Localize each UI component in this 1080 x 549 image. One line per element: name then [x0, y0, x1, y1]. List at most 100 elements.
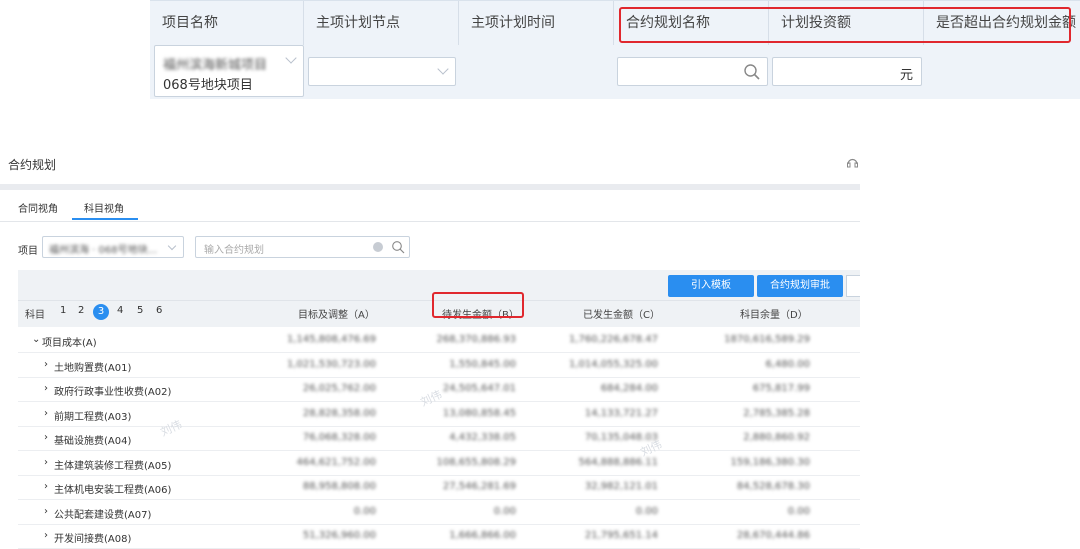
- subject-label: 科目: [25, 310, 45, 321]
- chevron-down-icon: [285, 52, 297, 64]
- active-tab-indicator: [72, 218, 138, 220]
- value-occurred-c: 684,284.00: [600, 383, 658, 394]
- approval-button[interactable]: 合约规划审批: [757, 275, 843, 297]
- expand-chevron-icon[interactable]: ›: [44, 457, 48, 468]
- value-pending-b: 268,370,886.93: [436, 334, 516, 345]
- subject-name: 前期工程费(A03): [54, 411, 132, 423]
- contract-plan-module: 合同视角 科目视角 项目 福州滨海 · 068号地块... 输入合约规划 引入模…: [0, 184, 860, 549]
- value-pending-b: 1,666,866.00: [449, 530, 516, 541]
- search-icon[interactable]: [743, 63, 761, 81]
- headset-icon[interactable]: [846, 156, 859, 169]
- expand-chevron-icon[interactable]: ›: [44, 481, 48, 492]
- value-target-a: 76,068,328.00: [302, 432, 376, 443]
- subject-name: 主体建筑装修工程费(A05): [54, 460, 172, 472]
- subject-name: 土地购置费(A01): [54, 362, 132, 374]
- expand-chevron-icon[interactable]: ›: [44, 530, 48, 541]
- value-balance-d: 675,817.99: [752, 383, 810, 394]
- subject-name: 主体机电安装工程费(A06): [54, 485, 172, 496]
- value-pending-b: 4,432,338.05: [449, 432, 516, 443]
- table-row[interactable]: › 主体建筑装修工程费(A05) 464,621,752.00 108,655,808…: [18, 451, 860, 476]
- module-project-select[interactable]: 福州滨海 · 068号地块...: [42, 236, 184, 258]
- project-select[interactable]: 福州滨海新城项目 068号地块项目: [154, 45, 304, 97]
- tab-divider: [0, 221, 860, 222]
- subject-name: 开发间接费(A08): [54, 534, 132, 545]
- search-icon[interactable]: [391, 240, 405, 254]
- tab-subject-view[interactable]: 科目视角: [84, 200, 124, 215]
- column-target-a: 目标及调整（A）: [298, 310, 375, 321]
- value-balance-d: 2,880,860.92: [743, 432, 810, 443]
- value-balance-d: 6,480.00: [765, 358, 810, 370]
- table-row[interactable]: › 主体机电安装工程费(A06) 88,958,808.00 27,546,281.6…: [18, 475, 860, 500]
- module-title: 合约规划: [8, 158, 57, 172]
- more-button[interactable]: [846, 275, 860, 297]
- value-occurred-c: 32,982,121.01: [584, 481, 658, 492]
- level-6[interactable]: 6: [156, 305, 162, 316]
- planned-investment-input[interactable]: 元: [772, 57, 922, 86]
- level-3-current[interactable]: 3: [93, 304, 109, 320]
- column-occurred-c: 已发生金额（C）: [583, 310, 660, 321]
- clear-icon[interactable]: [373, 242, 383, 252]
- value-target-a: 1,145,808,476.69: [286, 334, 376, 345]
- value-pending-b: 1,550,845.00: [449, 358, 516, 370]
- expand-chevron-icon[interactable]: ⌄: [32, 334, 40, 345]
- value-target-a: 464,621,752.00: [296, 456, 376, 468]
- level-4[interactable]: 4: [117, 305, 123, 316]
- value-occurred-c: 21,795,651.14: [584, 530, 658, 541]
- value-pending-b: 27,546,281.69: [442, 481, 516, 492]
- value-pending-b: 13,080,858.45: [442, 407, 516, 419]
- table-row[interactable]: › 前期工程费(A03) 28,828,358.00 13,080,858.45 14,…: [18, 402, 860, 427]
- value-balance-d: 2,785,385.28: [743, 407, 810, 419]
- value-pending-b: 24,505,647.01: [442, 383, 516, 394]
- table-row[interactable]: › 土地购置费(A01) 1,021,530,723.00 1,550,845.00 1…: [18, 353, 860, 378]
- header-main-time: 主项计划时间: [459, 1, 614, 45]
- expand-chevron-icon[interactable]: ›: [44, 432, 48, 443]
- level-5[interactable]: 5: [137, 305, 143, 316]
- expand-chevron-icon[interactable]: ›: [44, 359, 48, 370]
- header-project-name: 项目名称: [150, 1, 304, 45]
- table-row[interactable]: ⌄ 项目成本(A) 1,145,808,476.69 268,370,886.93 1,…: [18, 328, 860, 353]
- chevron-down-icon: [167, 241, 177, 251]
- amount-unit: 元: [899, 68, 913, 83]
- value-target-a: 51,326,960.00: [302, 530, 376, 541]
- expand-chevron-icon[interactable]: ›: [44, 383, 48, 394]
- value-target-a: 88,958,808.00: [302, 481, 376, 492]
- value-target-a: 26,025,762.00: [302, 383, 376, 394]
- value-balance-d: 0.00: [787, 505, 810, 517]
- level-1[interactable]: 1: [60, 305, 66, 316]
- table-row[interactable]: › 基础设施费(A04) 76,068,328.00 4,432,338.05 70,1…: [18, 426, 860, 451]
- value-occurred-c: 564,888,886.11: [578, 456, 658, 468]
- project-value: 068号地块项目: [163, 78, 253, 93]
- import-template-button[interactable]: 引入模板: [668, 275, 754, 297]
- value-balance-d: 28,670,444.86: [736, 530, 810, 541]
- value-pending-b: 0.00: [493, 505, 516, 517]
- project-label: 项目: [18, 246, 38, 257]
- expand-chevron-icon[interactable]: ›: [44, 506, 48, 517]
- value-balance-d: 159,186,380.30: [730, 456, 810, 468]
- table-row[interactable]: › 开发间接费(A08) 51,326,960.00 1,666,866.00 21,7…: [18, 524, 860, 549]
- value-occurred-c: 1,760,226,678.47: [568, 334, 658, 345]
- tab-contract-view[interactable]: 合同视角: [18, 200, 58, 215]
- module-search-input[interactable]: 输入合约规划: [195, 236, 410, 258]
- chevron-down-icon: [437, 63, 449, 75]
- subject-name: 项目成本(A): [42, 338, 97, 349]
- value-target-a: 1,021,530,723.00: [286, 358, 376, 370]
- subject-name: 基础设施费(A04): [54, 436, 132, 447]
- value-occurred-c: 14,133,721.27: [584, 407, 658, 419]
- table-row[interactable]: › 公共配套建设费(A07) 0.00 0.00 0.00 0.00: [18, 500, 860, 525]
- main-node-select[interactable]: [308, 57, 456, 86]
- contract-plan-search-input[interactable]: [617, 57, 768, 86]
- module-project-value: 福州滨海 · 068号地块...: [49, 245, 158, 256]
- value-balance-d: 84,528,678.30: [736, 481, 810, 492]
- level-2[interactable]: 2: [78, 305, 84, 316]
- column-balance-d: 科目余量（D）: [740, 310, 808, 321]
- value-pending-b: 108,655,808.29: [436, 456, 516, 468]
- subject-name: 政府行政事业性收费(A02): [54, 387, 172, 398]
- header-main-node: 主项计划节点: [304, 1, 459, 45]
- expand-chevron-icon[interactable]: ›: [44, 408, 48, 419]
- value-target-a: 0.00: [353, 505, 376, 517]
- highlight-box-pending: [432, 292, 524, 318]
- highlight-box-top: [619, 7, 1071, 43]
- value-occurred-c: 1,014,055,325.00: [568, 358, 658, 370]
- value-target-a: 28,828,358.00: [302, 407, 376, 419]
- value-occurred-c: 0.00: [635, 505, 658, 517]
